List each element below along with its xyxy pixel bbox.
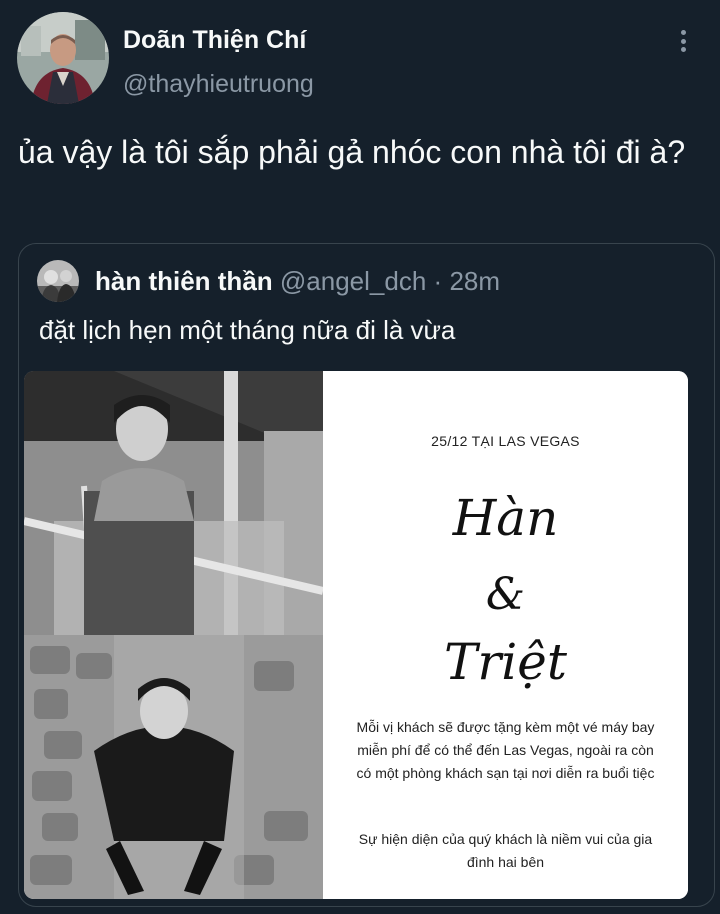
author-avatar[interactable]	[17, 12, 109, 104]
invitation-paragraph-1: Mỗi vị khách sẽ được tặng kèm một vé máy…	[356, 719, 655, 781]
meta-separator: ·	[433, 266, 443, 296]
quoted-tweet[interactable]: hàn thiên thần @angel_dch · 28m đặt lịch…	[18, 243, 715, 907]
more-dot	[680, 30, 686, 35]
invitation-date: 25/12 TẠI LAS VEGAS	[431, 433, 580, 449]
quoted-author-handle[interactable]: @angel_dch	[280, 266, 426, 296]
invitation-paragraph-2: Sự hiện diện của quý khách là niềm vui c…	[358, 831, 653, 870]
author-handle[interactable]: @thayhieutruong	[123, 70, 314, 99]
author-name[interactable]: Doãn Thiện Chí	[123, 26, 306, 55]
invitation-card: 25/12 TẠI LAS VEGAS Hàn & Triệt Mỗi vị k…	[323, 371, 688, 899]
quoted-author-avatar[interactable]	[37, 260, 79, 302]
quoted-text: đặt lịch hẹn một tháng nữa đi là vừa	[39, 315, 456, 345]
quoted-image[interactable]: 25/12 TẠI LAS VEGAS Hàn & Triệt Mỗi vị k…	[24, 371, 688, 899]
invitation-name-1: Hàn	[452, 489, 559, 547]
more-dot	[680, 38, 686, 44]
tweet-text: ủa vậy là tôi sắp phải gả nhóc con nhà t…	[18, 134, 686, 170]
quoted-timestamp[interactable]: 28m	[449, 266, 500, 296]
more-vertical-icon[interactable]	[670, 26, 696, 56]
more-dot	[680, 47, 686, 52]
invitation-ampersand: &	[485, 569, 526, 620]
quoted-header: hàn thiên thần @angel_dch · 28m	[95, 266, 500, 297]
invitation-name-2: Triệt	[444, 633, 567, 691]
photo-collage	[24, 371, 324, 899]
quoted-author-name[interactable]: hàn thiên thần	[95, 266, 273, 296]
